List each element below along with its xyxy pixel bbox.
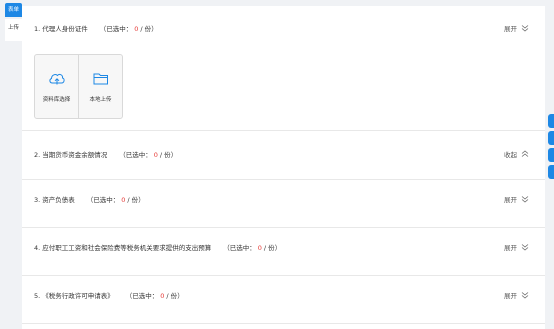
expand-toggle[interactable]: 展开 [504, 290, 529, 300]
upload-options: 资料库选择 本地上传 [34, 54, 123, 119]
selected-count: （已选中： 0/ 份） [223, 244, 282, 252]
selected-label: 已选中： [132, 292, 159, 300]
selected-number: 0 [121, 196, 126, 204]
selected-count: （已选中： 0/ 份） [86, 196, 145, 204]
chevron-up-icon [521, 150, 529, 157]
library-select-label: 资料库选择 [42, 97, 71, 103]
toggle-label: 收起 [504, 151, 517, 159]
folder-icon [93, 73, 108, 85]
float-tab[interactable] [548, 148, 554, 162]
expand-toggle[interactable]: 展开 [504, 194, 529, 204]
section-header[interactable]: 5. 《税务行政许可申请表》 （已选中： 0/ 份） 展开 [34, 289, 545, 301]
float-tab[interactable] [548, 131, 554, 145]
selected-count: （已选中： 0/ 份） [99, 25, 158, 33]
section-4: 4. 应付职工工资和社会保险费等税务机关要求提供的支出预算 （已选中： 0/ 份）… [22, 228, 545, 276]
count-unit: / 份 [159, 151, 171, 159]
selected-number: 0 [153, 151, 158, 159]
selected-count: （已选中： 0/ 份） [119, 151, 178, 159]
section-title: 1. 代理人身份证件 [34, 25, 88, 33]
selected-number: 0 [134, 25, 139, 33]
library-select-button[interactable]: 资料库选择 [35, 55, 78, 118]
section-3: 3. 资产负债表 （已选中： 0/ 份） 展开 [22, 180, 545, 228]
section-header[interactable]: 1. 代理人身份证件 （已选中： 0/ 份） 展开 [34, 22, 545, 34]
count-unit: / 份 [166, 292, 178, 300]
selected-label: 已选中： [229, 244, 256, 252]
toggle-label: 展开 [504, 292, 517, 300]
side-tab-bar: 表单 上传 [5, 3, 22, 41]
section-1: 1. 代理人身份证件 （已选中： 0/ 份） 展开 资料库选择 本地上传 [22, 6, 545, 131]
section-title: 2. 当期货币资金余额情况 [34, 151, 108, 159]
selected-number: 0 [160, 292, 165, 300]
cloud-upload-icon [48, 73, 65, 85]
tab-form[interactable]: 表单 [5, 3, 22, 17]
chevron-down-icon [521, 196, 529, 203]
float-tab[interactable] [548, 114, 554, 128]
section-title: 5. 《税务行政许可申请表》 [34, 292, 114, 300]
selected-label: 已选中： [106, 25, 133, 33]
section-title: 3. 资产负债表 [34, 196, 75, 204]
local-upload-label: 本地上传 [89, 97, 112, 103]
toggle-label: 展开 [504, 25, 517, 33]
float-tab[interactable] [548, 165, 554, 179]
count-unit: / 份 [140, 25, 152, 33]
local-upload-button[interactable]: 本地上传 [78, 55, 122, 118]
expand-toggle[interactable]: 展开 [504, 242, 529, 252]
selected-label: 已选中： [125, 151, 152, 159]
toggle-label: 展开 [504, 196, 517, 204]
chevron-down-icon [521, 292, 529, 299]
section-header[interactable]: 4. 应付职工工资和社会保险费等税务机关要求提供的支出预算 （已选中： 0/ 份）… [34, 241, 545, 253]
toggle-label: 展开 [504, 244, 517, 252]
chevron-down-icon [521, 25, 529, 32]
selected-label: 已选中： [93, 196, 120, 204]
right-float-tabs [548, 114, 554, 182]
count-unit: / 份 [263, 244, 275, 252]
collapse-toggle[interactable]: 收起 [504, 149, 529, 159]
section-2: 2. 当期货币资金余额情况 （已选中： 0/ 份） 收起 [22, 131, 545, 180]
tab-upload[interactable]: 上传 [5, 19, 22, 41]
section-5: 5. 《税务行政许可申请表》 （已选中： 0/ 份） 展开 [22, 276, 545, 324]
main-panel: 1. 代理人身份证件 （已选中： 0/ 份） 展开 资料库选择 本地上传 2. 当… [22, 6, 545, 329]
chevron-down-icon [521, 244, 529, 251]
selected-number: 0 [257, 244, 262, 252]
section-header[interactable]: 3. 资产负债表 （已选中： 0/ 份） 展开 [34, 193, 545, 205]
selected-count: （已选中： 0/ 份） [125, 292, 184, 300]
section-title: 4. 应付职工工资和社会保险费等税务机关要求提供的支出预算 [34, 244, 212, 252]
section-header[interactable]: 2. 当期货币资金余额情况 （已选中： 0/ 份） 收起 [34, 148, 545, 160]
count-unit: / 份 [127, 196, 139, 204]
expand-toggle[interactable]: 展开 [504, 23, 529, 33]
